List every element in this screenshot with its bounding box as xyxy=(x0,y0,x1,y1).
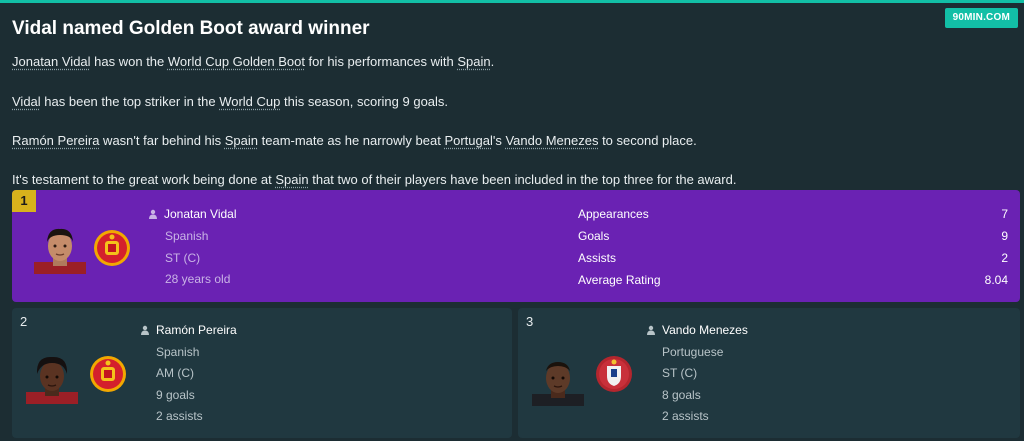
stat-value-assists: 2 xyxy=(1001,251,1008,265)
goals: 9 goals xyxy=(156,388,195,402)
stat-label-appearances: Appearances xyxy=(578,207,649,221)
nationality: Spanish xyxy=(156,345,200,359)
article-link[interactable]: Spain xyxy=(457,54,490,69)
article-text: for his performances with xyxy=(304,54,458,69)
winner-card[interactable]: 1 Jonatan Vidal Spanish ST (C) 28 years … xyxy=(12,190,1020,302)
article-link[interactable]: Spain xyxy=(275,172,308,187)
position: ST (C) xyxy=(165,251,201,265)
article-text: It's testament to the great work being d… xyxy=(12,172,276,187)
stat-label-average-rating: Average Rating xyxy=(578,273,661,287)
stat-value-average-rating: 8.04 xyxy=(984,273,1008,287)
source-badge[interactable]: 90MIN.COM xyxy=(944,8,1018,28)
article-link[interactable]: World Cup Golden Boot xyxy=(168,54,305,69)
player-face-icon[interactable] xyxy=(34,222,86,274)
player-name[interactable]: Vando Menezes xyxy=(662,323,748,337)
winner-name[interactable]: Jonatan Vidal xyxy=(148,207,237,221)
stat-value-goals: 9 xyxy=(1001,229,1008,243)
top-accent-line xyxy=(0,0,1024,3)
rank-label: 2 xyxy=(20,314,28,329)
article-title: Vidal named Golden Boot award winner xyxy=(12,18,370,39)
portugal-crest-icon[interactable] xyxy=(594,354,634,394)
article-text: this season, scoring 9 goals. xyxy=(280,94,449,109)
second-name[interactable]: Ramón Pereira xyxy=(140,323,237,337)
person-icon xyxy=(141,325,149,335)
article-link[interactable]: Jonatan Vidal xyxy=(12,54,91,69)
article-text: has been the top striker in the xyxy=(40,94,220,109)
person-icon xyxy=(149,209,157,219)
player-face-icon[interactable] xyxy=(26,352,78,404)
article-paragraph-3: Ramón Pereira wasn't far behind his Spai… xyxy=(12,133,697,148)
article-text: to second place. xyxy=(598,133,697,148)
article-link[interactable]: World Cup xyxy=(219,94,280,109)
person-icon xyxy=(647,325,655,335)
position: AM (C) xyxy=(156,366,194,380)
assists: 2 assists xyxy=(662,409,709,423)
article-link[interactable]: Vando Menezes xyxy=(505,133,598,148)
article-link[interactable]: Ramón Pereira xyxy=(12,133,99,148)
article-text: . xyxy=(490,54,495,69)
player-face-icon[interactable] xyxy=(532,354,584,406)
assists: 2 assists xyxy=(156,409,203,423)
article-text: that two of their players have been incl… xyxy=(308,172,737,187)
article-paragraph-1: Jonatan Vidal has won the World Cup Gold… xyxy=(12,54,494,69)
article-link[interactable]: Portugal xyxy=(444,133,492,148)
article-paragraph-2: Vidal has been the top striker in the Wo… xyxy=(12,94,448,109)
stat-label-assists: Assists xyxy=(578,251,617,265)
spain-crest-icon[interactable] xyxy=(92,228,132,268)
rank-badge: 1 xyxy=(12,190,36,212)
article-paragraph-4: It's testament to the great work being d… xyxy=(12,172,736,187)
rank-label: 3 xyxy=(526,314,534,329)
second-place-card[interactable]: 2 Ramón Pereira Spanish AM (C) 9 goals 2… xyxy=(12,308,512,438)
position: ST (C) xyxy=(662,366,698,380)
article-text: 's xyxy=(492,133,506,148)
nationality: Portuguese xyxy=(662,345,724,359)
age: 28 years old xyxy=(165,272,231,286)
article-link[interactable]: Vidal xyxy=(12,94,41,109)
third-place-card[interactable]: 3 Vando Menezes Portuguese ST (C) 8 goal… xyxy=(518,308,1020,438)
third-name[interactable]: Vando Menezes xyxy=(646,323,748,337)
article-text: has won the xyxy=(90,54,168,69)
article-link[interactable]: Spain xyxy=(225,133,258,148)
article-text: wasn't far behind his xyxy=(99,133,225,148)
spain-crest-icon[interactable] xyxy=(88,354,128,394)
stat-value-appearances: 7 xyxy=(1001,207,1008,221)
nationality: Spanish xyxy=(165,229,209,243)
goals: 8 goals xyxy=(662,388,701,402)
player-name[interactable]: Jonatan Vidal xyxy=(164,207,237,221)
stat-label-goals: Goals xyxy=(578,229,610,243)
player-name[interactable]: Ramón Pereira xyxy=(156,323,237,337)
article-text: team-mate as he narrowly beat xyxy=(258,133,445,148)
